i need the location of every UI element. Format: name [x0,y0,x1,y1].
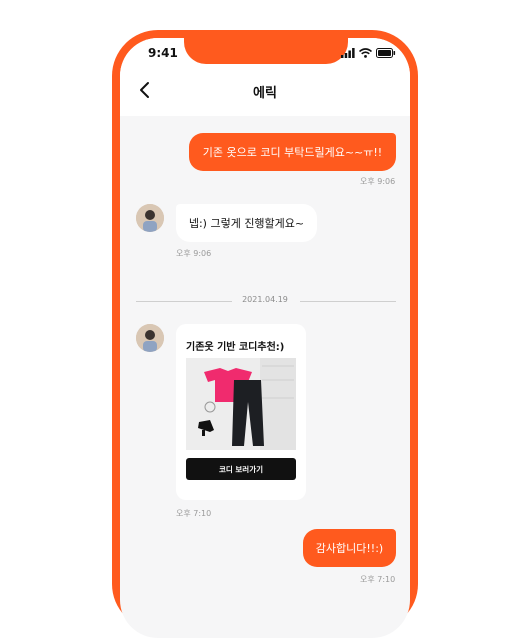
chat-screen: 9:41 에릭 기존 옷으로 코디 부탁드릴게요~~ㅠ!! 오후 9:06 넵:… [120,38,410,638]
signal-icon [341,48,355,58]
date-divider: 2021.04.19 [242,295,288,304]
status-icons [341,48,396,58]
incoming-message: 넵:) 그렇게 진행할게요~ [176,204,317,242]
outfit-card[interactable]: 기존옷 기반 코디추천:) 코디 보러가기 [176,324,306,500]
outfit-image [186,358,296,450]
avatar-image [136,204,164,232]
header-bar: 9:41 에릭 [120,38,410,116]
message-time: 오후 9:06 [176,249,212,258]
phone-frame: 9:41 에릭 기존 옷으로 코디 부탁드릴게요~~ㅠ!! 오후 9:06 넵:… [112,30,418,638]
outfit-illustration [186,358,296,450]
avatar[interactable] [136,204,164,232]
battery-icon [376,48,396,58]
message-time: 오후 9:06 [360,177,396,186]
card-title: 기존옷 기반 코디추천:) [186,342,285,353]
wifi-icon [359,48,372,58]
outgoing-message: 기존 옷으로 코디 부탁드릴게요~~ㅠ!! [189,133,396,171]
message-text: 기존 옷으로 코디 부탁드릴게요~~ㅠ!! [202,146,383,159]
avatar-image [136,324,164,352]
outgoing-message: 감사합니다!!:) [303,529,396,567]
divider-line-right [300,301,396,302]
status-time: 9:41 [148,46,178,60]
message-time: 오후 7:10 [360,575,396,584]
message-time: 오후 7:10 [176,509,212,518]
chat-title: 에릭 [253,86,277,101]
avatar[interactable] [136,324,164,352]
notch [184,38,348,64]
divider-line-left [136,301,232,302]
message-text: 넵:) 그렇게 진행할게요~ [188,217,305,230]
view-outfit-button[interactable]: 코디 보러가기 [186,458,296,480]
message-text: 감사합니다!!:) [315,542,384,555]
